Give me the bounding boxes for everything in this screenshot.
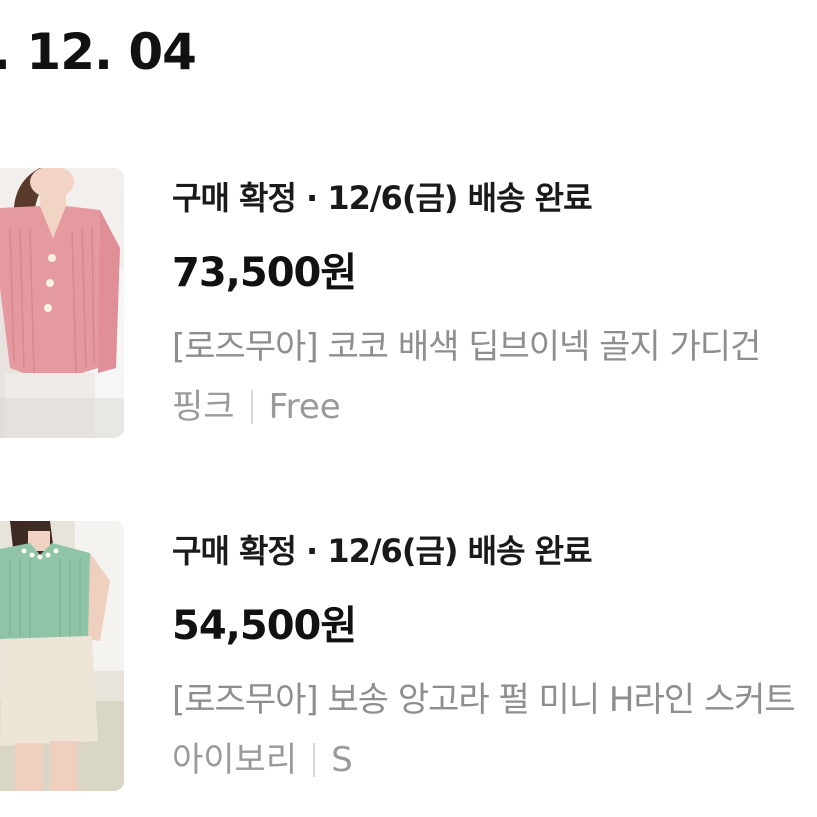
- order-status: 구매 확정 · 12/6(금) 배송 완료: [172, 179, 593, 217]
- order-date-header: . 12. 04: [0, 23, 197, 81]
- option-color: 핑크: [172, 387, 235, 427]
- order-item[interactable]: 구매 확정 · 12/6(금) 배송 완료 73,500원 [로즈무아] 코코 …: [0, 168, 817, 438]
- option-divider: [313, 743, 316, 777]
- product-name-link[interactable]: [로즈무아] 보송 앙고라 펄 미니 H라인 스커트: [172, 677, 796, 723]
- order-history-page: . 12. 04 구매 확정 · 12/6(금) 배송 완료 73,500원 […: [0, 0, 817, 817]
- option-size: Free: [268, 387, 341, 427]
- order-status: 구매 확정 · 12/6(금) 배송 완료: [172, 532, 593, 570]
- product-thumbnail[interactable]: [0, 168, 124, 438]
- option-color: 아이보리: [172, 740, 298, 780]
- option-divider: [250, 390, 253, 424]
- product-options: 핑크 Free: [172, 384, 341, 430]
- product-name-link[interactable]: [로즈무아] 코코 배색 딥브이넥 골지 가디건: [172, 324, 761, 370]
- product-photo-pink-cardigan: [0, 168, 124, 438]
- product-photo-mint-knit: [0, 521, 124, 791]
- product-thumbnail[interactable]: [0, 521, 124, 791]
- order-price: 54,500원: [172, 603, 357, 649]
- order-item[interactable]: 구매 확정 · 12/6(금) 배송 완료 54,500원 [로즈무아] 보송 …: [0, 521, 817, 791]
- order-price: 73,500원: [172, 250, 357, 296]
- option-size: S: [331, 740, 353, 780]
- product-options: 아이보리 S: [172, 737, 353, 783]
